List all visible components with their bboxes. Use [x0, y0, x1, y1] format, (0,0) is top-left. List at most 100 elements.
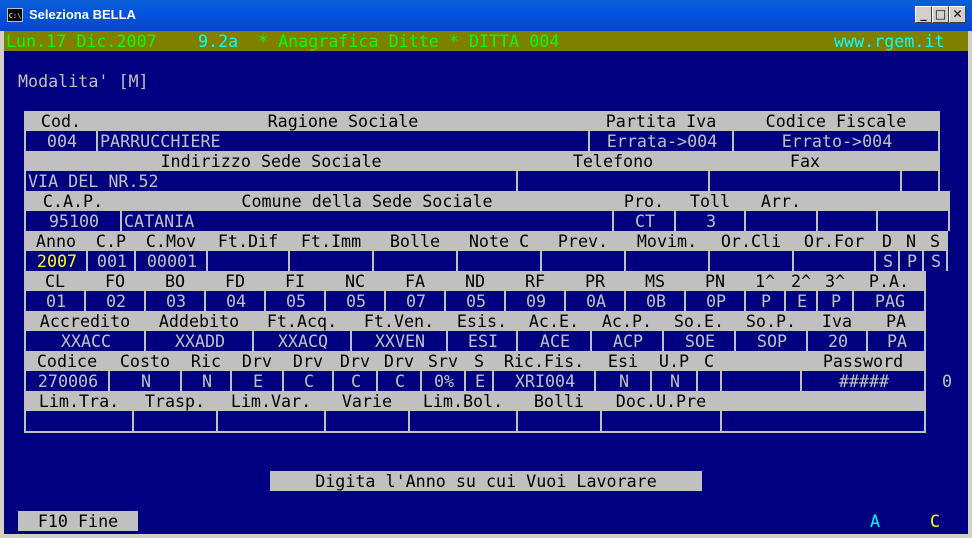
console-window: C:\ Seleziona BELLA _ □ ✕ Lun.17 Dic.200… [0, 0, 972, 538]
row7-field[interactable]: C [336, 371, 376, 391]
row3-field[interactable]: CATANIA [124, 211, 612, 231]
row6-field[interactable]: XXADD [148, 331, 252, 351]
window-title: Seleziona BELLA [29, 7, 136, 22]
row5-field[interactable]: 04 [208, 291, 264, 311]
prompt-text: Digita l'Anno su cui Vuoi Lavorare [315, 471, 657, 491]
row5-field[interactable]: 05 [328, 291, 384, 311]
row2-field[interactable] [520, 171, 708, 191]
row5-field[interactable]: 01 [28, 291, 84, 311]
field-separator [24, 191, 26, 231]
minimize-button[interactable]: _ [915, 6, 932, 23]
row7-field[interactable]: 0% [424, 371, 464, 391]
row8-field[interactable] [28, 411, 132, 431]
field-separator [684, 271, 686, 311]
row4-field[interactable] [712, 251, 792, 271]
row7-field[interactable]: E [468, 371, 492, 391]
row3-field[interactable] [820, 211, 876, 231]
row6-field[interactable]: XXACQ [256, 331, 350, 351]
row7-field[interactable]: ##### [804, 371, 924, 391]
row5-field[interactable]: 0A [568, 291, 624, 311]
row5-field[interactable]: 0B [628, 291, 684, 311]
status-title: * Anagrafica Ditte * DITTA 004 [258, 31, 560, 51]
row1-field[interactable]: PARRUCCHIERE [100, 131, 588, 151]
row8-field[interactable] [136, 411, 216, 431]
row3-header-cell: Toll [676, 191, 744, 211]
row8-field[interactable] [220, 411, 324, 431]
row5-field[interactable]: 05 [268, 291, 324, 311]
website-link[interactable]: www.rgem.it [834, 31, 945, 51]
row8-field[interactable] [412, 411, 516, 431]
row4-field[interactable]: 2007 [28, 251, 86, 271]
row5-field[interactable]: PAG [856, 291, 924, 311]
row8-field[interactable] [724, 411, 924, 431]
row3-field[interactable]: 95100 [28, 211, 120, 231]
row5-field[interactable]: 05 [448, 291, 504, 311]
row4-field[interactable]: 00001 [138, 251, 206, 271]
field-separator [924, 391, 926, 431]
row6-field[interactable]: SOE [666, 331, 734, 351]
row5-field[interactable]: E [788, 291, 816, 311]
row1-field[interactable]: Errato->004 [736, 131, 938, 151]
row5-field[interactable]: P [748, 291, 784, 311]
row8-field[interactable] [328, 411, 408, 431]
row4-field[interactable] [460, 251, 540, 271]
row4-field[interactable] [376, 251, 456, 271]
row4-field[interactable]: S [926, 251, 946, 271]
f10-exit-key[interactable]: F10 Fine [18, 511, 138, 531]
row4-field[interactable]: S [878, 251, 898, 271]
row8-field[interactable] [604, 411, 720, 431]
row4-field[interactable]: P [902, 251, 922, 271]
row4-field[interactable]: 001 [90, 251, 134, 271]
console-app-icon[interactable]: C:\ [7, 8, 23, 22]
row7-field[interactable]: C [380, 371, 420, 391]
row6-field[interactable]: PA [870, 331, 924, 351]
row7-field[interactable] [700, 371, 720, 391]
row1-field[interactable]: Errata->004 [592, 131, 732, 151]
row7-field[interactable]: E [234, 371, 282, 391]
title-bar[interactable]: C:\ Seleziona BELLA _ □ ✕ [0, 0, 972, 31]
row7-field[interactable]: N [112, 371, 180, 391]
row1-field[interactable]: 004 [28, 131, 96, 151]
row3-field[interactable] [880, 211, 948, 231]
row5-header-cell: PR [566, 271, 624, 291]
row7-field[interactable]: N [654, 371, 696, 391]
row6-field[interactable]: ACE [520, 331, 590, 351]
row5-header-cell: 2^ [786, 271, 816, 291]
row7-field[interactable]: N [184, 371, 230, 391]
console-screen[interactable]: Lun.17 Dic.2007 9.2a * Anagrafica Ditte … [4, 31, 968, 534]
row3-field[interactable] [748, 211, 816, 231]
field-separator [732, 111, 734, 151]
row7-field[interactable] [724, 371, 800, 391]
row2-field[interactable] [712, 171, 900, 191]
row6-field[interactable]: XXVEN [354, 331, 446, 351]
row6-field[interactable]: SOP [738, 331, 806, 351]
row3-header-cell: C.A.P. [26, 191, 120, 211]
row2-field[interactable] [904, 171, 938, 191]
row5-field[interactable]: 03 [148, 291, 204, 311]
row7-field[interactable]: N [598, 371, 650, 391]
row6-field[interactable]: XXACC [28, 331, 144, 351]
row4-field[interactable] [544, 251, 624, 271]
row5-field[interactable]: P [820, 291, 852, 311]
row6-field[interactable]: ACP [594, 331, 662, 351]
row7-field[interactable]: C [286, 371, 332, 391]
row5-field[interactable]: 07 [388, 291, 444, 311]
row6-field[interactable]: ESI [450, 331, 516, 351]
row4-field[interactable] [210, 251, 288, 271]
row5-field[interactable]: 02 [88, 291, 144, 311]
row7-field[interactable]: 270006 [28, 371, 108, 391]
row3-field[interactable]: 3 [678, 211, 744, 231]
row5-field[interactable]: 0P [688, 291, 744, 311]
row7-field[interactable]: XRI004 [496, 371, 594, 391]
row4-field[interactable] [292, 251, 372, 271]
row6-field[interactable]: 20 [810, 331, 866, 351]
row4-field[interactable] [796, 251, 874, 271]
row4-field[interactable] [628, 251, 708, 271]
row8-field[interactable] [520, 411, 600, 431]
close-button[interactable]: ✕ [949, 6, 966, 23]
row2-field[interactable]: VIA DEL NR.52 [28, 171, 516, 191]
row5-header-cell: FA [386, 271, 444, 291]
row3-field[interactable]: CT [616, 211, 674, 231]
maximize-button[interactable]: □ [932, 6, 949, 23]
row5-field[interactable]: 09 [508, 291, 564, 311]
